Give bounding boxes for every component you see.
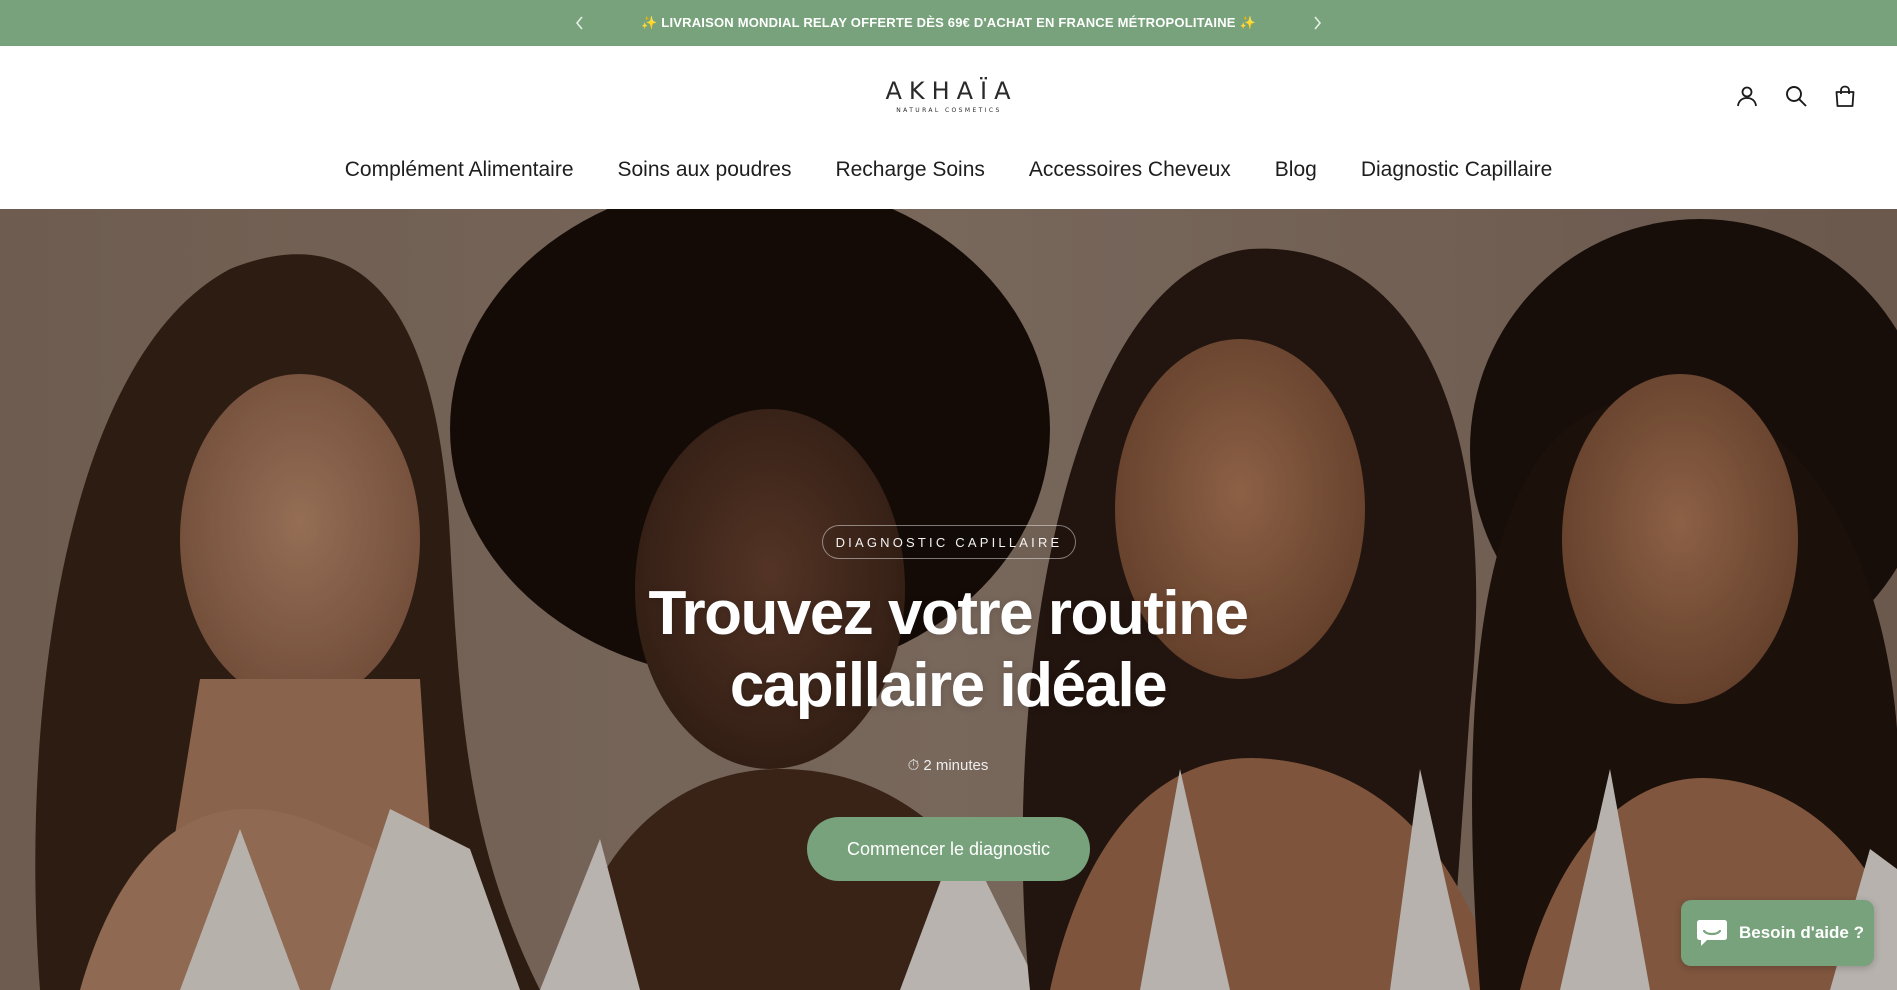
nav-item-blog[interactable]: Blog — [1275, 158, 1317, 182]
chat-widget-button[interactable]: Besoin d'aide ? — [1681, 900, 1874, 966]
site-header: AKHAÏA NATURAL COSMETICS Complément Alim… — [0, 46, 1897, 209]
nav-item-soins-aux-poudres[interactable]: Soins aux poudres — [618, 158, 792, 182]
bag-icon — [1835, 85, 1855, 107]
nav-item-diagnostic-capillaire[interactable]: Diagnostic Capillaire — [1361, 158, 1552, 182]
header-actions — [1733, 82, 1859, 110]
timer-icon: ⏱ — [907, 756, 920, 774]
announcement-text: ✨ LIVRAISON MONDIAL RELAY OFFERTE DÈS 69… — [641, 15, 1256, 30]
cart-button[interactable] — [1831, 82, 1859, 110]
hero-title-line-1: Trouvez votre routine — [648, 579, 1249, 648]
nav-item-complement-alimentaire[interactable]: Complément Alimentaire — [345, 158, 574, 182]
logo-wordmark: AKHAÏA — [885, 77, 1018, 105]
chevron-right-icon — [1314, 16, 1322, 30]
search-icon — [1786, 86, 1807, 107]
search-button[interactable] — [1782, 82, 1810, 110]
nav-item-recharge-soins[interactable]: Recharge Soins — [835, 158, 984, 182]
announcement-prev-button[interactable] — [568, 11, 592, 35]
hero-eyebrow-badge: DIAGNOSTIC CAPILLAIRE — [822, 525, 1076, 559]
hero-title-line-2: capillaire idéale — [729, 651, 1168, 720]
duration-text: 2 minutes — [923, 756, 989, 774]
account-button[interactable] — [1733, 82, 1761, 110]
hero-banner: DIAGNOSTIC CAPILLAIRE Trouvez votre rout… — [0, 209, 1897, 990]
brand-logo[interactable]: AKHAÏA NATURAL COSMETICS — [848, 76, 1048, 134]
chat-bubble-icon — [1697, 920, 1727, 946]
start-diagnostic-button[interactable]: Commencer le diagnostic — [807, 817, 1090, 881]
main-nav: Complément Alimentaire Soins aux poudres… — [0, 146, 1897, 194]
chat-label: Besoin d'aide ? — [1739, 923, 1864, 942]
nav-item-accessoires-cheveux[interactable]: Accessoires Cheveux — [1029, 158, 1231, 182]
hero-duration: ⏱ 2 minutes — [848, 755, 1048, 775]
chevron-left-icon — [575, 16, 583, 30]
account-icon — [1737, 86, 1757, 107]
announcement-next-button[interactable] — [1305, 11, 1329, 35]
announcement-bar: ✨ LIVRAISON MONDIAL RELAY OFFERTE DÈS 69… — [0, 0, 1897, 46]
logo-tagline: NATURAL COSMETICS — [896, 107, 1002, 114]
hero-title: Trouvez votre routine capillaire idéale — [548, 578, 1348, 722]
